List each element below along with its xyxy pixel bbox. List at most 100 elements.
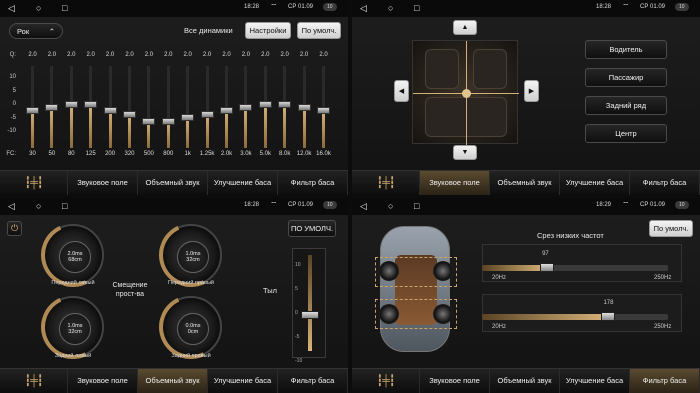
tab-surround[interactable]: Объемный звук [138, 171, 208, 195]
dial-front-left[interactable]: 2.0ms 68cm [31, 213, 115, 297]
tab-bass-filter[interactable]: Фильтр баса [630, 369, 700, 393]
eq-band[interactable]: 2.0 1.25k [198, 52, 217, 162]
recents-icon[interactable]: □ [62, 201, 67, 211]
default-button[interactable]: По умолч. [649, 220, 693, 237]
eq-band[interactable]: 2.0 30 [23, 52, 42, 162]
eq-band[interactable]: 2.0 500 [139, 52, 158, 162]
recents-icon[interactable]: □ [414, 3, 419, 13]
eq-knob[interactable] [84, 100, 98, 108]
eq-band[interactable]: 2.0 2.0k [217, 52, 236, 162]
eq-knob[interactable] [26, 107, 39, 115]
back-icon[interactable]: ◁ [8, 201, 15, 211]
eq-band[interactable]: 2.0 16.0k [314, 52, 333, 162]
down-arrow-button[interactable]: ▼ [453, 145, 477, 160]
eq-knob[interactable] [103, 107, 117, 115]
listening-point[interactable] [462, 89, 471, 98]
eq-band[interactable]: 2.0 320 [120, 52, 139, 162]
tab-bass-filter[interactable]: Фильтр баса [630, 171, 700, 195]
preset-select[interactable]: Рок ⌃ [9, 23, 63, 39]
eq-fill [186, 117, 190, 148]
tab-bar: ┇╪┇ Звуковое поле Объемный звук Улучшени… [0, 368, 348, 393]
passenger-button[interactable]: Пассажир [585, 68, 667, 87]
eq-band[interactable]: 2.0 3.0k [236, 52, 255, 162]
eq-band[interactable]: 2.0 800 [159, 52, 178, 162]
eq-knob[interactable] [161, 117, 175, 125]
eq-band[interactable]: 2.0 50 [42, 52, 61, 162]
recents-icon[interactable]: □ [414, 201, 419, 211]
tab-surround[interactable]: Объемный звук [138, 369, 208, 393]
eq-knob[interactable] [239, 104, 253, 111]
tab-equalizer[interactable]: ┇╪┇ [352, 369, 420, 393]
slider-2-max: 250Hz [654, 324, 672, 330]
dial-rear-left[interactable]: 1.0ms 32cm [31, 285, 115, 369]
front-left-seat [425, 49, 459, 89]
tab-equalizer[interactable]: ┇╪┇ [352, 171, 420, 195]
eq-fill [225, 110, 228, 148]
home-icon[interactable]: ○ [388, 201, 393, 211]
tab-bass-enhance[interactable]: Улучшение баса [208, 171, 278, 195]
eq-band[interactable]: 2.0 125 [81, 52, 100, 162]
tab-sound-field[interactable]: Звуковое поле [420, 369, 490, 393]
eq-band[interactable]: 2.0 5.0k [256, 52, 275, 162]
eq-knob[interactable] [278, 100, 292, 108]
eq-band[interactable]: 2.0 80 [62, 52, 81, 162]
tab-bass-enhance[interactable]: Улучшение баса [560, 171, 630, 195]
driver-button[interactable]: Водитель [585, 40, 667, 59]
eq-band[interactable]: 2.0 12.0k [295, 52, 314, 162]
eq-knob[interactable] [258, 100, 272, 108]
home-icon[interactable]: ○ [36, 3, 41, 13]
tab-sound-field[interactable]: Звуковое поле [68, 369, 138, 393]
eq-knob[interactable] [45, 104, 59, 111]
default-button[interactable]: ПО УМОЛЧ. [288, 220, 336, 237]
up-arrow-button[interactable]: ▲ [453, 20, 477, 35]
eq-q-value: 2.0 [261, 52, 270, 58]
fader-knob[interactable] [301, 311, 319, 319]
left-arrow-button[interactable]: ◀ [394, 80, 409, 102]
back-icon[interactable]: ◁ [360, 201, 367, 211]
tab-bass-enhance[interactable]: Улучшение баса [208, 369, 278, 393]
rear-row-button[interactable]: Задний ряд [585, 96, 667, 115]
tab-bass-enhance[interactable]: Улучшение баса [560, 369, 630, 393]
eq-knob[interactable] [200, 110, 214, 118]
slider-1-knob[interactable] [540, 263, 555, 272]
tab-bass-filter[interactable]: Фильтр баса [278, 369, 348, 393]
tab-sound-field[interactable]: Звуковое поле [68, 171, 138, 195]
eq-knob[interactable] [297, 104, 311, 111]
eq-knob[interactable] [220, 107, 233, 115]
eq-knob[interactable] [142, 117, 156, 125]
slider-2-knob[interactable] [601, 312, 616, 321]
eq-band[interactable]: 2.0 8.0k [275, 52, 294, 162]
power-button[interactable]: ⏻ [7, 221, 22, 236]
eq-band[interactable]: 2.0 1k [178, 52, 197, 162]
tab-sound-field[interactable]: Звуковое поле [420, 171, 490, 195]
home-icon[interactable]: ○ [388, 3, 393, 13]
eq-knob[interactable] [317, 107, 330, 115]
dial-front-right[interactable]: 1.0ms 32cm [149, 213, 233, 297]
dial-label-front-right: Передний правый [168, 280, 214, 286]
back-icon[interactable]: ◁ [8, 3, 15, 13]
wifi-icon: ⌔ [622, 2, 630, 11]
fader-tick: 10 [295, 262, 301, 268]
tab-surround[interactable]: Объемный звук [490, 171, 560, 195]
right-arrow-button[interactable]: ▶ [524, 80, 539, 102]
eq-band[interactable]: 2.0 200 [101, 52, 120, 162]
dial-rear-right[interactable]: 0.0ms 0cm [149, 285, 233, 369]
seat-map[interactable] [412, 40, 519, 145]
tab-surround[interactable]: Объемный звук [490, 369, 560, 393]
slider-2-box [482, 294, 682, 332]
date: СР 01.09 [640, 4, 666, 10]
tab-equalizer[interactable]: ┇╪┇ [0, 171, 68, 195]
back-icon[interactable]: ◁ [360, 3, 367, 13]
speaker-rear-right-icon [433, 304, 453, 324]
eq-knob[interactable] [123, 110, 136, 118]
rear-fader[interactable]: 10 5 0 -5 -10 [292, 248, 326, 364]
default-button[interactable]: По умолч. [297, 22, 341, 39]
eq-knob[interactable] [181, 114, 195, 122]
home-icon[interactable]: ○ [36, 201, 41, 211]
center-button[interactable]: Центр [585, 124, 667, 143]
tab-equalizer[interactable]: ┇╪┇ [0, 369, 68, 393]
recents-icon[interactable]: □ [62, 3, 67, 13]
settings-button[interactable]: Настройки [245, 22, 291, 39]
eq-knob[interactable] [64, 100, 78, 108]
tab-bass-filter[interactable]: Фильтр баса [278, 171, 348, 195]
